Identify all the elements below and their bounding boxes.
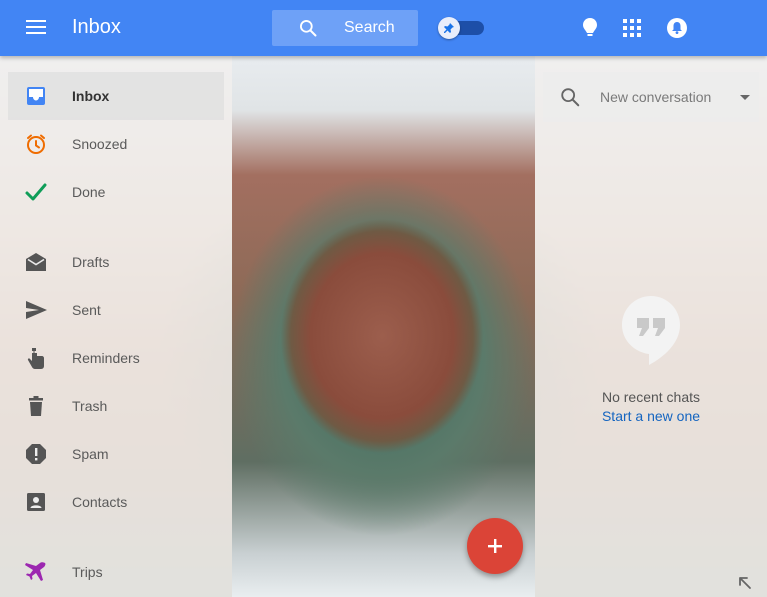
sidebar-item-sent[interactable]: Sent	[8, 286, 224, 334]
inbox-icon	[27, 87, 45, 105]
pin-icon	[444, 23, 454, 33]
check-icon	[25, 183, 47, 201]
sidebar-nav: Inbox Snoozed Done Drafts Sent Reminders…	[0, 72, 232, 596]
plus-icon	[488, 539, 502, 553]
start-new-chat-link[interactable]: Start a new one	[543, 408, 759, 424]
sidebar-item-label: Trips	[72, 564, 103, 580]
sidebar-item-label: Trash	[72, 398, 108, 414]
send-icon	[26, 301, 47, 319]
search-icon	[561, 88, 580, 107]
no-recent-chats-text: No recent chats	[601, 389, 701, 405]
compose-button[interactable]	[467, 518, 523, 574]
canyon-photo	[232, 56, 535, 597]
sidebar-item-trips[interactable]: Trips	[8, 548, 224, 596]
chevron-down-icon[interactable]	[740, 95, 750, 100]
sidebar-item-label: Snoozed	[72, 136, 128, 152]
hangouts-icon	[622, 296, 680, 365]
sidebar-item-label: Contacts	[72, 494, 128, 510]
pin-toggle[interactable]	[438, 17, 484, 39]
sidebar-item-contacts[interactable]: Contacts	[8, 478, 224, 526]
sidebar-item-label: Reminders	[72, 350, 140, 366]
sidebar-item-inbox[interactable]: Inbox	[8, 72, 224, 120]
sidebar-item-label: Inbox	[72, 88, 110, 104]
search-icon	[300, 20, 317, 37]
clock-icon	[27, 134, 45, 154]
sidebar-item-reminders[interactable]: Reminders	[8, 334, 224, 382]
reminder-bulb-icon[interactable]	[582, 16, 598, 40]
expand-arrow-icon[interactable]	[737, 575, 753, 591]
sidebar-item-label: Drafts	[72, 254, 110, 270]
new-conversation-placeholder: New conversation	[600, 89, 712, 105]
sidebar-item-drafts[interactable]: Drafts	[8, 238, 224, 286]
app-title: Inbox	[72, 16, 121, 38]
search-label: Search	[344, 19, 395, 36]
sidebar-item-label: Spam	[72, 446, 109, 462]
sidebar-item-label: Sent	[72, 302, 101, 318]
contacts-icon	[27, 493, 45, 511]
airplane-icon	[25, 562, 46, 581]
apps-grid-icon[interactable]	[623, 19, 641, 37]
new-conversation-input[interactable]: New conversation	[543, 72, 759, 122]
notifications-icon[interactable]	[666, 17, 688, 39]
spam-icon	[26, 444, 46, 464]
menu-icon[interactable]	[26, 20, 46, 36]
top-app-bar: Inbox Search	[0, 0, 767, 56]
search-button[interactable]: Search	[272, 10, 418, 46]
reminder-hand-icon	[27, 348, 44, 369]
sidebar-item-trash[interactable]: Trash	[8, 382, 224, 430]
sidebar-item-snoozed[interactable]: Snoozed	[8, 120, 224, 168]
sidebar-item-spam[interactable]: Spam	[8, 430, 224, 478]
sidebar-item-label: Done	[72, 184, 106, 200]
trash-icon	[29, 396, 43, 416]
drafts-icon	[26, 253, 46, 271]
sidebar-item-done[interactable]: Done	[8, 168, 224, 216]
